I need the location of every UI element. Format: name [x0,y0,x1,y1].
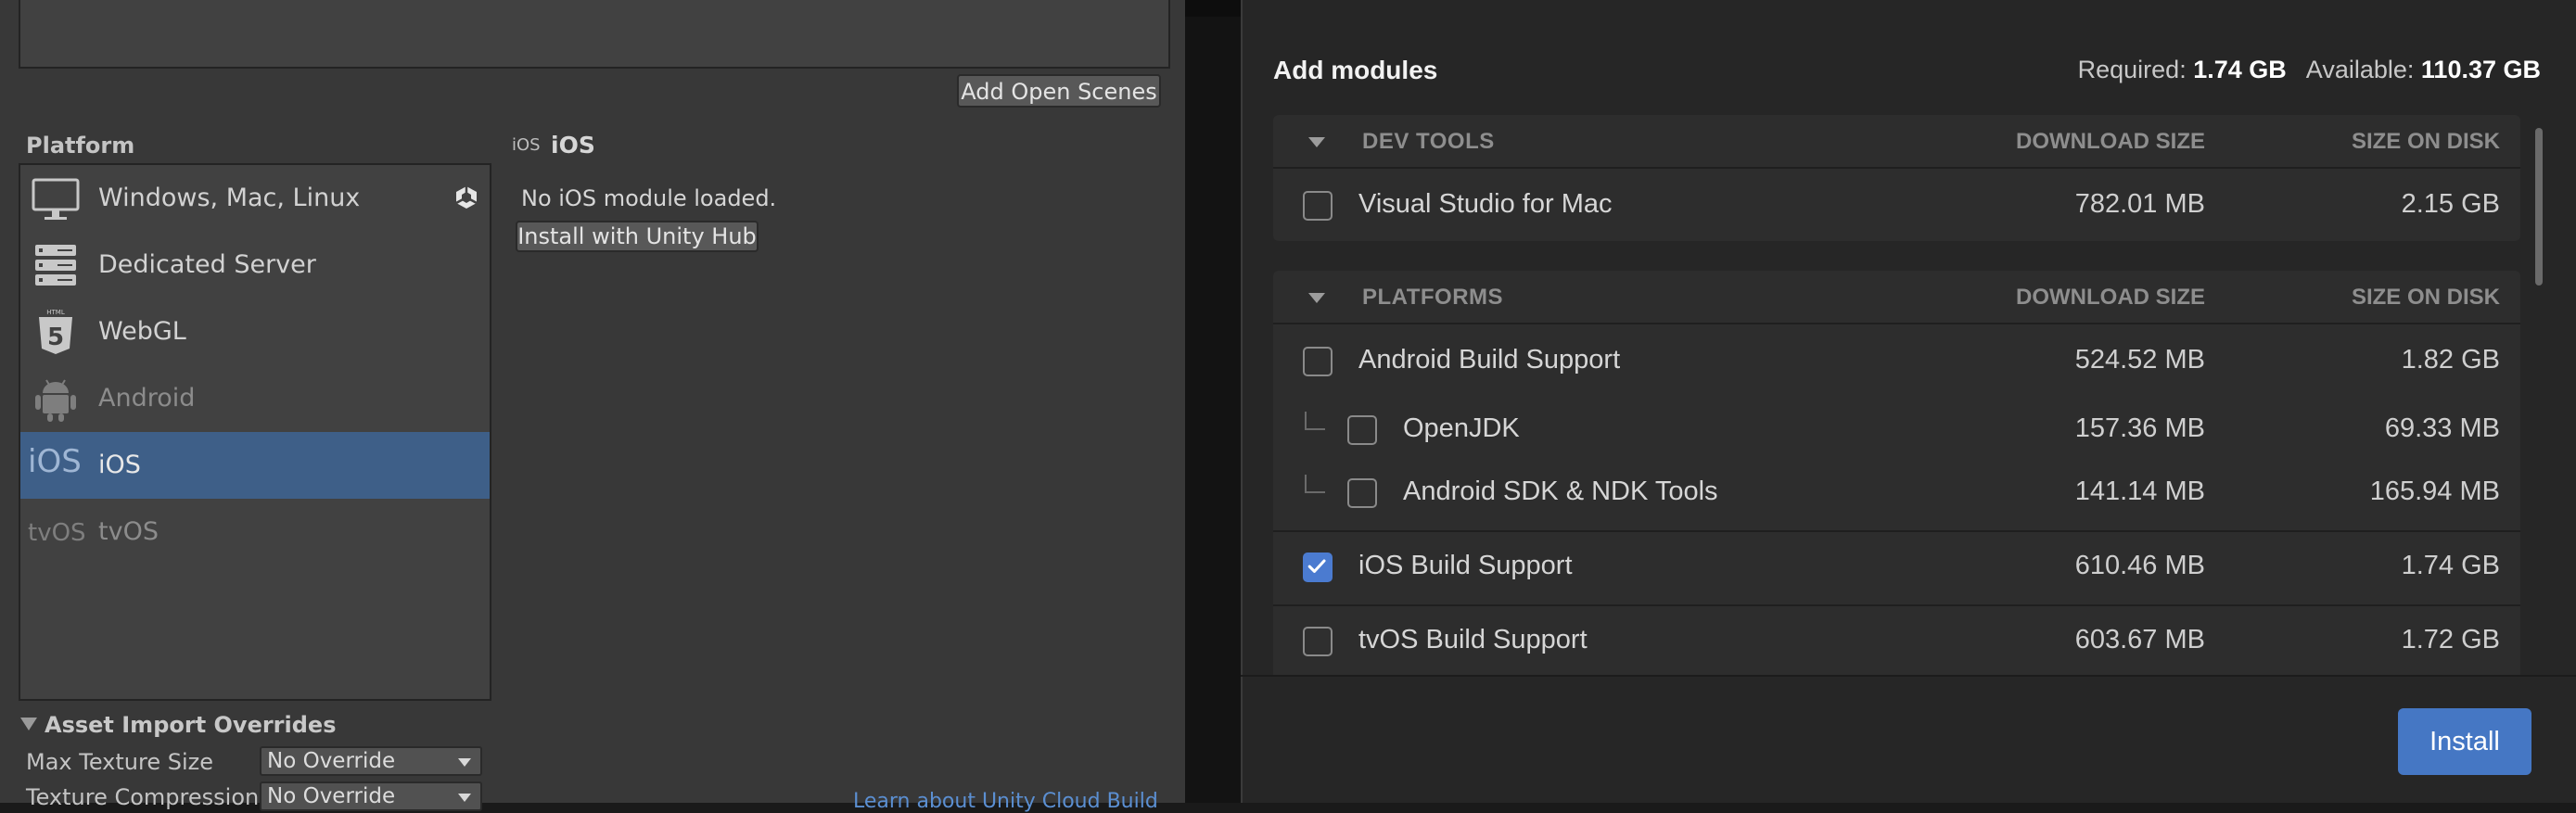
platform-list: Windows, Mac, Linux Dedicated Server HTM… [19,163,491,701]
size-summary: Required: 1.74 GB Available: 110.37 GB [2078,56,2541,84]
platform-label: tvOS [98,517,159,546]
platform-item-webgl[interactable]: HTML 5 WebGL [20,299,490,365]
ios-icon: iOS [28,443,82,480]
tree-connector [1305,475,1325,493]
group-name: DEV TOOLS [1362,129,1495,154]
available-value: 110.37 GB [2420,56,2541,83]
module-checkbox[interactable] [1303,627,1333,656]
android-icon [35,379,76,422]
cloud-build-link[interactable]: Learn about Unity Cloud Build [853,790,1158,813]
module-checkbox[interactable] [1347,415,1377,445]
monitor-icon [32,178,80,220]
platform-item-android[interactable]: Android [20,365,490,432]
dropdown-arrow-icon [458,794,471,802]
module-name: Android Build Support [1358,345,1621,375]
group-name: PLATFORMS [1362,285,1504,310]
dropdown-value: No Override [267,749,396,773]
tree-connector [1305,412,1325,430]
module-group-platforms: PLATFORMS DOWNLOAD SIZE SIZE ON DISK And… [1273,271,2520,675]
module-checkbox[interactable] [1347,478,1377,508]
server-icon [35,245,76,286]
download-size: 610.46 MB [2074,551,2205,580]
scenes-in-build-list[interactable] [19,0,1170,69]
texture-compression-dropdown[interactable]: No Override [260,781,482,811]
download-size-header: DOWNLOAD SIZE [2016,285,2205,310]
module-checkbox[interactable] [1303,347,1333,376]
row-divider [1273,604,2520,606]
unity-logo-icon [455,186,478,209]
dropdown-arrow-icon [458,758,471,767]
platform-item-tvos[interactable]: tvOS tvOS [20,499,490,565]
size-on-disk: 2.15 GB [2401,189,2500,219]
texture-compression-label: Texture Compression [26,784,260,810]
size-on-disk: 1.74 GB [2401,551,2500,580]
module-checkbox[interactable] [1303,553,1333,582]
group-header[interactable]: DEV TOOLS DOWNLOAD SIZE SIZE ON DISK [1273,115,2520,169]
size-on-disk-header: SIZE ON DISK [2351,285,2500,310]
module-name: Visual Studio for Mac [1358,189,1613,219]
module-name: Android SDK & NDK Tools [1403,476,1718,506]
dialog-title: Add modules [1273,56,1438,84]
platform-label: Windows, Mac, Linux [98,184,361,212]
download-size: 141.14 MB [2074,476,2205,506]
checkmark-icon [1307,559,1326,573]
download-size: 524.52 MB [2074,345,2205,375]
module-group-dev-tools: DEV TOOLS DOWNLOAD SIZE SIZE ON DISK Vis… [1273,115,2520,241]
install-button[interactable]: Install [2398,708,2531,775]
row-divider [1273,530,2520,532]
add-open-scenes-button[interactable]: Add Open Scenes [957,74,1161,108]
dropdown-value: No Override [267,784,396,808]
platform-item-standalone[interactable]: Windows, Mac, Linux [20,165,490,232]
ios-small-icon: iOS [512,135,541,155]
footer-divider [1241,675,2576,677]
max-texture-size-label: Max Texture Size [26,749,213,775]
group-header[interactable]: PLATFORMS DOWNLOAD SIZE SIZE ON DISK [1273,271,2520,324]
backdrop-divider [1185,0,1241,803]
platform-item-dedicated-server[interactable]: Dedicated Server [20,232,490,299]
dialog-edge [1241,0,1243,803]
module-checkbox[interactable] [1303,191,1333,221]
module-name: tvOS Build Support [1358,625,1588,654]
platform-label: Android [98,384,196,413]
size-on-disk-header: SIZE ON DISK [2351,129,2500,154]
install-with-unity-hub-button[interactable]: Install with Unity Hub [516,221,759,252]
required-value: 1.74 GB [2193,56,2287,83]
available-label: Available: [2305,56,2415,83]
collapse-arrow-icon[interactable] [1308,293,1325,303]
no-module-message: No iOS module loaded. [521,185,777,211]
platform-detail-title: iOS [551,132,595,159]
size-on-disk: 69.33 MB [2384,413,2500,443]
platform-label: iOS [98,451,141,479]
size-on-disk: 1.72 GB [2401,625,2500,654]
backdrop-strip [1185,0,1241,17]
size-on-disk: 165.94 MB [2369,476,2500,506]
platform-item-ios[interactable]: iOS iOS [20,432,490,499]
required-label: Required: [2077,56,2187,83]
download-size: 157.36 MB [2074,413,2205,443]
scrollbar-thumb[interactable] [2535,128,2543,286]
platform-heading: Platform [26,133,135,159]
download-size-header: DOWNLOAD SIZE [2016,129,2205,154]
collapse-arrow-icon[interactable] [1308,137,1325,147]
module-name: OpenJDK [1403,413,1520,443]
modules-scroll-area[interactable]: DEV TOOLS DOWNLOAD SIZE SIZE ON DISK Vis… [1273,115,2520,675]
platform-label: Dedicated Server [98,250,316,279]
tvos-icon: tvOS [28,519,86,547]
svg-text:5: 5 [47,324,64,351]
download-size: 603.67 MB [2074,625,2205,654]
asset-import-overrides-heading[interactable]: Asset Import Overrides [22,712,336,738]
svg-text:HTML: HTML [46,309,65,316]
platform-label: WebGL [98,317,186,346]
max-texture-size-dropdown[interactable]: No Override [260,746,482,776]
module-name: iOS Build Support [1358,551,1573,580]
download-size: 782.01 MB [2074,189,2205,219]
size-on-disk: 1.82 GB [2401,345,2500,375]
html5-icon: HTML 5 [39,309,72,354]
